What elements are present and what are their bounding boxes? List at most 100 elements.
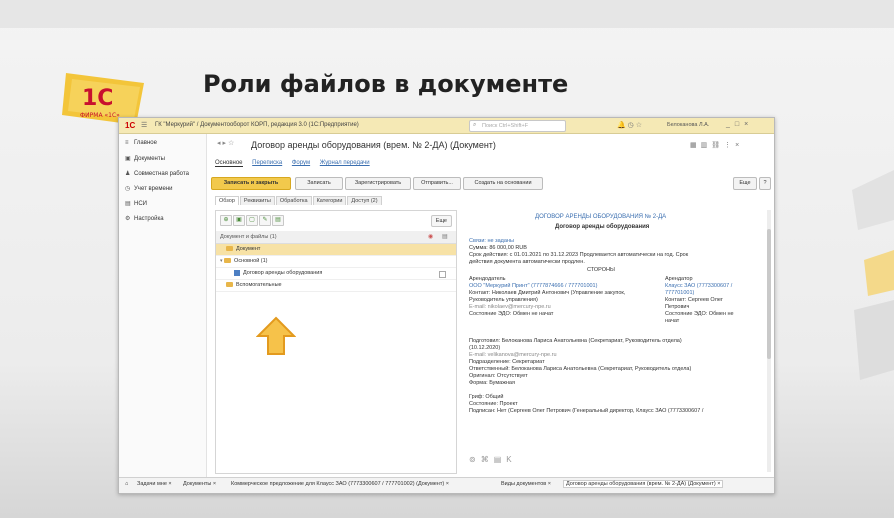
tab-transfer-log[interactable]: Журнал передачи [320, 160, 370, 166]
lessee-edo: Состояние ЭДО: Обмен не [665, 311, 734, 317]
template-icon[interactable]: ▢ [246, 215, 258, 226]
print-icon[interactable]: ▦ [690, 142, 701, 149]
add-file-icon[interactable]: ⊕ [220, 215, 232, 226]
files-more-button[interactable]: Еще [430, 215, 452, 227]
global-search-input[interactable]: ⌕ Поиск Ctrl+Shift+F [469, 120, 566, 132]
clock-icon: ◷ [125, 186, 131, 192]
subtab-details[interactable]: Реквизиты [239, 196, 275, 205]
slide-top-band [0, 0, 894, 28]
sidebar-item-documents[interactable]: ▣ Документы [125, 155, 165, 162]
settings-icon: ⚙ [125, 216, 131, 222]
subtab-access[interactable]: Доступ (2) [347, 196, 382, 205]
save-close-button[interactable]: Записать и закрыть [211, 177, 291, 190]
preview-heading[interactable]: ДОГОВОР АРЕНДЫ ОБОРУДОВАНИЯ № 2-ДА [535, 214, 666, 221]
subtabs: Обзор Реквизиты Обработка Категории Доступ (… [215, 196, 383, 208]
task-tab-active[interactable]: Договор аренды оборудования (врем. № 2-Д… [563, 480, 724, 488]
files-toolbar: ⊕ ▣ ▢ ✎ ▤ [220, 215, 285, 226]
link-icon[interactable]: ⛓ [711, 142, 724, 149]
filter-icon[interactable]: ◉ [428, 233, 433, 240]
department: Подразделение: Секретариат [469, 359, 545, 365]
document-title: Договор аренды оборудования (врем. № 2-Д… [251, 140, 496, 150]
preview-scroll-thumb[interactable] [767, 229, 771, 359]
menu-icon[interactable]: ☰ [141, 121, 147, 129]
tab-forum[interactable]: Форум [292, 160, 310, 166]
close-icon[interactable]: × [744, 121, 753, 128]
lessee-contact: Контакт: Сергеев Олег [665, 297, 723, 303]
maximize-icon[interactable]: □ [735, 121, 744, 128]
sidebar-item-nsi[interactable]: ▤ НСИ [125, 200, 147, 207]
form-close-icon[interactable]: × [735, 142, 743, 149]
signed-status: Подписан: Нет (Сергеев Олег Петрович (Ге… [469, 408, 704, 414]
open-file-icon[interactable]: ▤ [272, 215, 284, 226]
columns-icon[interactable]: ▤ [442, 233, 448, 240]
signature-icon[interactable]: K [506, 455, 516, 464]
sidebar-item-time[interactable]: ◷ Учет времени [125, 185, 172, 192]
app-window: 1С ☰ ГК "Меркурий" / Документооборот КОР… [118, 117, 775, 494]
sidebar-item-main[interactable]: ≡ Главное [125, 140, 157, 146]
titlebar-actions: 🔔 ◷ ☆ [617, 121, 642, 129]
scan-icon[interactable]: ▣ [233, 215, 245, 226]
expand-icon[interactable]: ▾ [220, 258, 223, 264]
favorite-star-icon[interactable]: ☆ [228, 140, 234, 147]
history-icon[interactable]: ◷ [628, 122, 634, 129]
home-icon[interactable]: ⌂ [125, 481, 128, 487]
tree-row-main[interactable]: ▾ Основной (1) [216, 256, 456, 268]
tree-row-auxiliary[interactable]: Вспомогательные [216, 280, 456, 292]
form-actions: ▦▥⛓⋮× [690, 141, 743, 149]
create-basis-button[interactable]: Создать на основании [463, 177, 543, 190]
tab-correspondence[interactable]: Переписка [252, 160, 282, 166]
form-more-icon[interactable]: ⋮ [724, 142, 735, 149]
sidebar-item-label: Настройка [134, 216, 164, 222]
print-preview-icon[interactable]: ⊚ [469, 455, 481, 464]
preview-validity-cont: действия документа автоматически продлен… [469, 259, 585, 265]
minimize-icon[interactable]: _ [726, 121, 735, 128]
lessee-name[interactable]: Клаусс ЗАО (7773300607 / [665, 283, 732, 290]
comment-icon[interactable]: ▤ [494, 455, 507, 464]
save-button[interactable]: Записать [295, 177, 343, 190]
preview-subheading: Договор аренды оборудования [555, 224, 650, 230]
home-icon: ≡ [125, 140, 129, 146]
subtab-overview[interactable]: Обзор [215, 196, 239, 205]
logo-text: 1С [82, 86, 113, 111]
more-button[interactable]: Еще [733, 177, 757, 190]
forward-icon[interactable]: ▸ [222, 140, 226, 147]
preview-actions: ⊚⌘▤K [469, 455, 517, 464]
lessor-contact-cont: Руководитель управления) [469, 297, 538, 303]
lessee-name-cont: 777701001) [665, 290, 695, 296]
sidebar-item-settings[interactable]: ⚙ Настройка [125, 215, 164, 222]
slide-title: Роли файлов в документе [203, 70, 569, 98]
current-user[interactable]: Белоканова Л.А. [667, 122, 709, 128]
sidebar-item-collaboration[interactable]: ♟ Совместная работа [125, 170, 189, 177]
folder-icon [224, 258, 232, 264]
back-icon[interactable]: ◂ [217, 140, 221, 147]
register-button[interactable]: Зарегистрировать [345, 177, 411, 190]
task-tab[interactable]: Виды документов × [501, 481, 551, 487]
tab-main[interactable]: Основное [215, 160, 243, 167]
lessor-name[interactable]: ООО "Меркурий Принт" (7777874666 / 77770… [469, 283, 597, 290]
task-tab[interactable]: Задачи мне × [137, 481, 172, 487]
lessor-label: Арендодатель [469, 276, 506, 282]
app-logo-icon: 1С [125, 121, 136, 130]
file-checkbox[interactable] [439, 271, 446, 278]
open-windows-bar: ⌂ Задачи мне × Документы × Коммерческое … [119, 477, 774, 493]
favorites-icon[interactable]: ☆ [636, 122, 642, 129]
tree-row-document[interactable]: Документ [216, 244, 456, 256]
task-tab[interactable]: Документы × [183, 481, 216, 487]
edit-file-icon[interactable]: ✎ [259, 215, 271, 226]
files-panel: ⊕ ▣ ▢ ✎ ▤ Еще Документ и файлы (1) ◉ ▤ Докум… [215, 210, 457, 474]
nav-buttons: ◂ ▸ ☆ [217, 139, 234, 147]
send-button[interactable]: Отправить... [413, 177, 461, 190]
team-icon: ♟ [125, 171, 131, 177]
preview-sum: Сумма: 86 000,00 RUB [469, 245, 527, 251]
subtab-categories[interactable]: Категории [312, 196, 347, 205]
sidebar-item-label: Документы [134, 156, 165, 162]
subtab-processing[interactable]: Обработка [275, 196, 312, 205]
preview-links[interactable]: Связи: не заданы [469, 238, 514, 245]
task-tab[interactable]: Коммерческое предложение для Клаусс ЗАО … [231, 481, 449, 487]
tag-icon[interactable]: ⌘ [481, 455, 494, 464]
attach-icon[interactable]: ▥ [701, 142, 712, 149]
tree-row-file[interactable]: Договор аренды оборудования [216, 268, 456, 280]
app-title: ГК "Меркурий" / Документооборот КОРП, ре… [155, 122, 359, 128]
help-button[interactable]: ? [759, 177, 771, 190]
notification-icon[interactable]: 🔔 [617, 122, 626, 129]
